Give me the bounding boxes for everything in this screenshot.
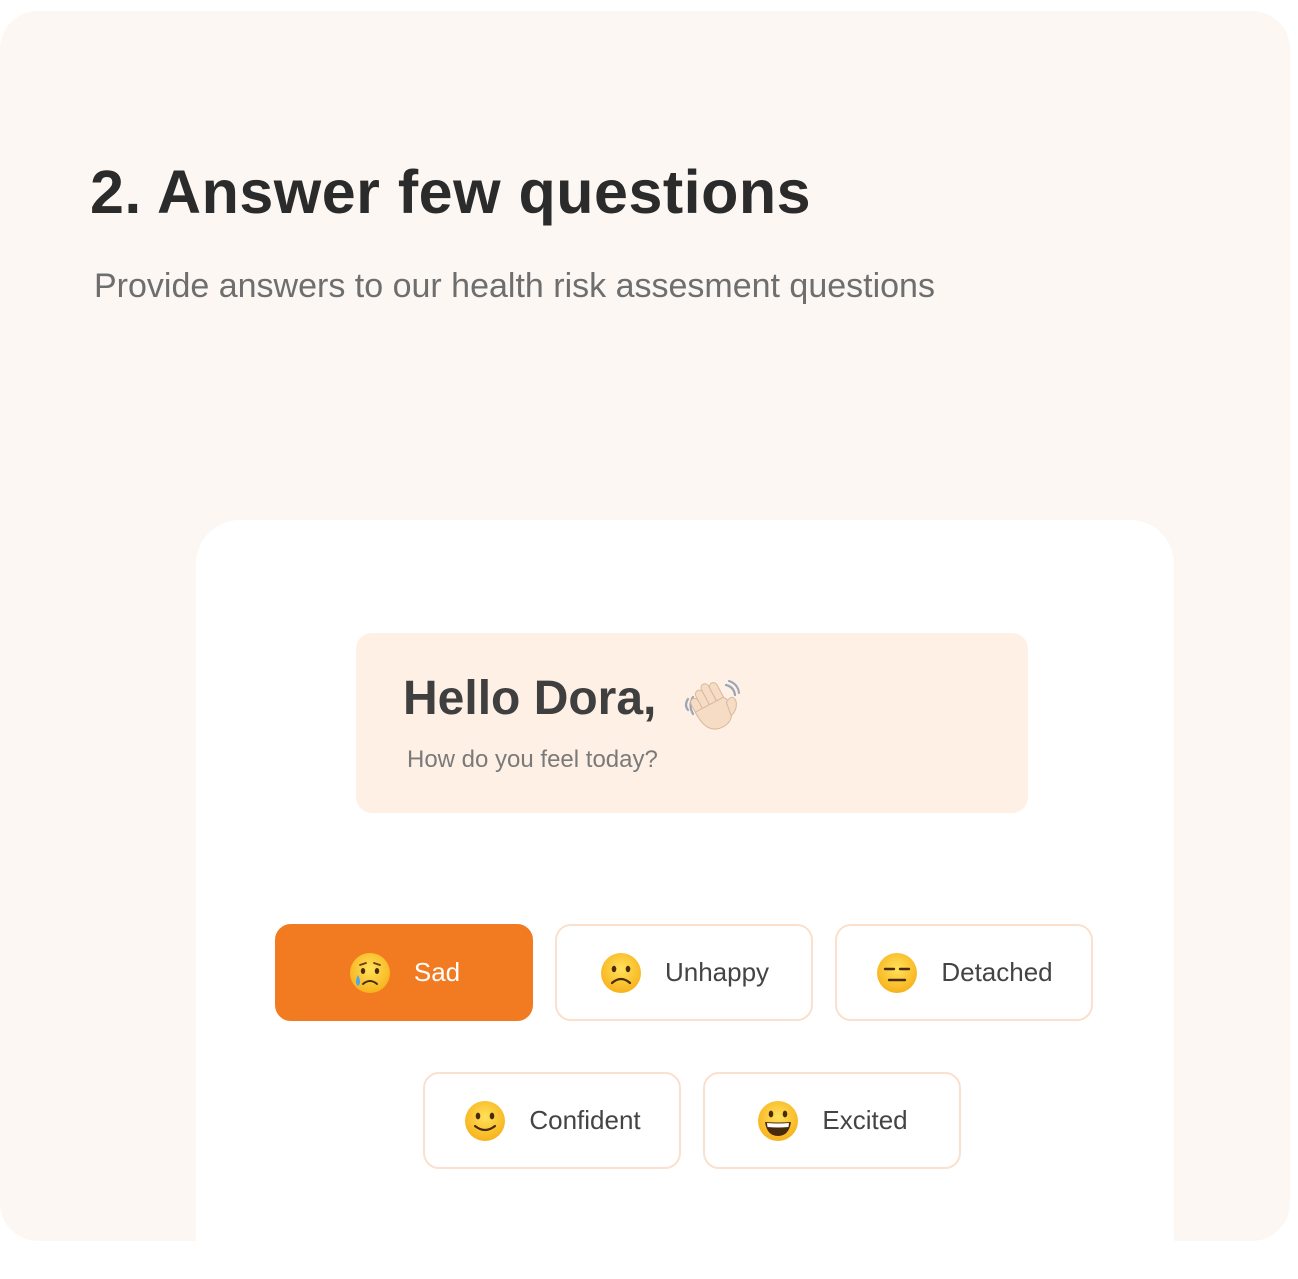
mood-option-unhappy[interactable]: Unhappy [555, 924, 813, 1021]
mood-label: Unhappy [664, 957, 770, 987]
onboarding-step-panel: 2. Answer few questions Provide answers … [0, 11, 1290, 1241]
mood-option-detached[interactable]: Detached [835, 924, 1093, 1021]
app-preview-card: Hello Dora, How do you feel today? Sad U… [196, 520, 1174, 1241]
greeting-question: How do you feel today? [407, 746, 658, 773]
step-title: 2. Answer few questions [90, 158, 812, 226]
crying-face-icon [349, 952, 390, 993]
frowning-face-icon [600, 952, 641, 993]
mood-option-confident[interactable]: Confident [423, 1072, 681, 1169]
expressionless-face-icon [877, 952, 918, 993]
mood-option-excited[interactable]: Excited [703, 1072, 961, 1169]
greeting-title: Hello Dora, [403, 672, 657, 725]
mood-label: Sad [413, 957, 461, 987]
step-subtitle: Provide answers to our health risk asses… [94, 267, 935, 305]
mood-option-sad[interactable]: Sad [275, 924, 533, 1021]
mood-label: Confident [529, 1105, 641, 1135]
waving-hand-icon [684, 680, 740, 730]
mood-label: Excited [822, 1105, 908, 1135]
greeting-card: Hello Dora, How do you feel today? [356, 633, 1028, 813]
slightly-smiling-face-icon [465, 1100, 506, 1141]
grinning-face-icon [758, 1100, 799, 1141]
mood-label: Detached [941, 957, 1053, 987]
